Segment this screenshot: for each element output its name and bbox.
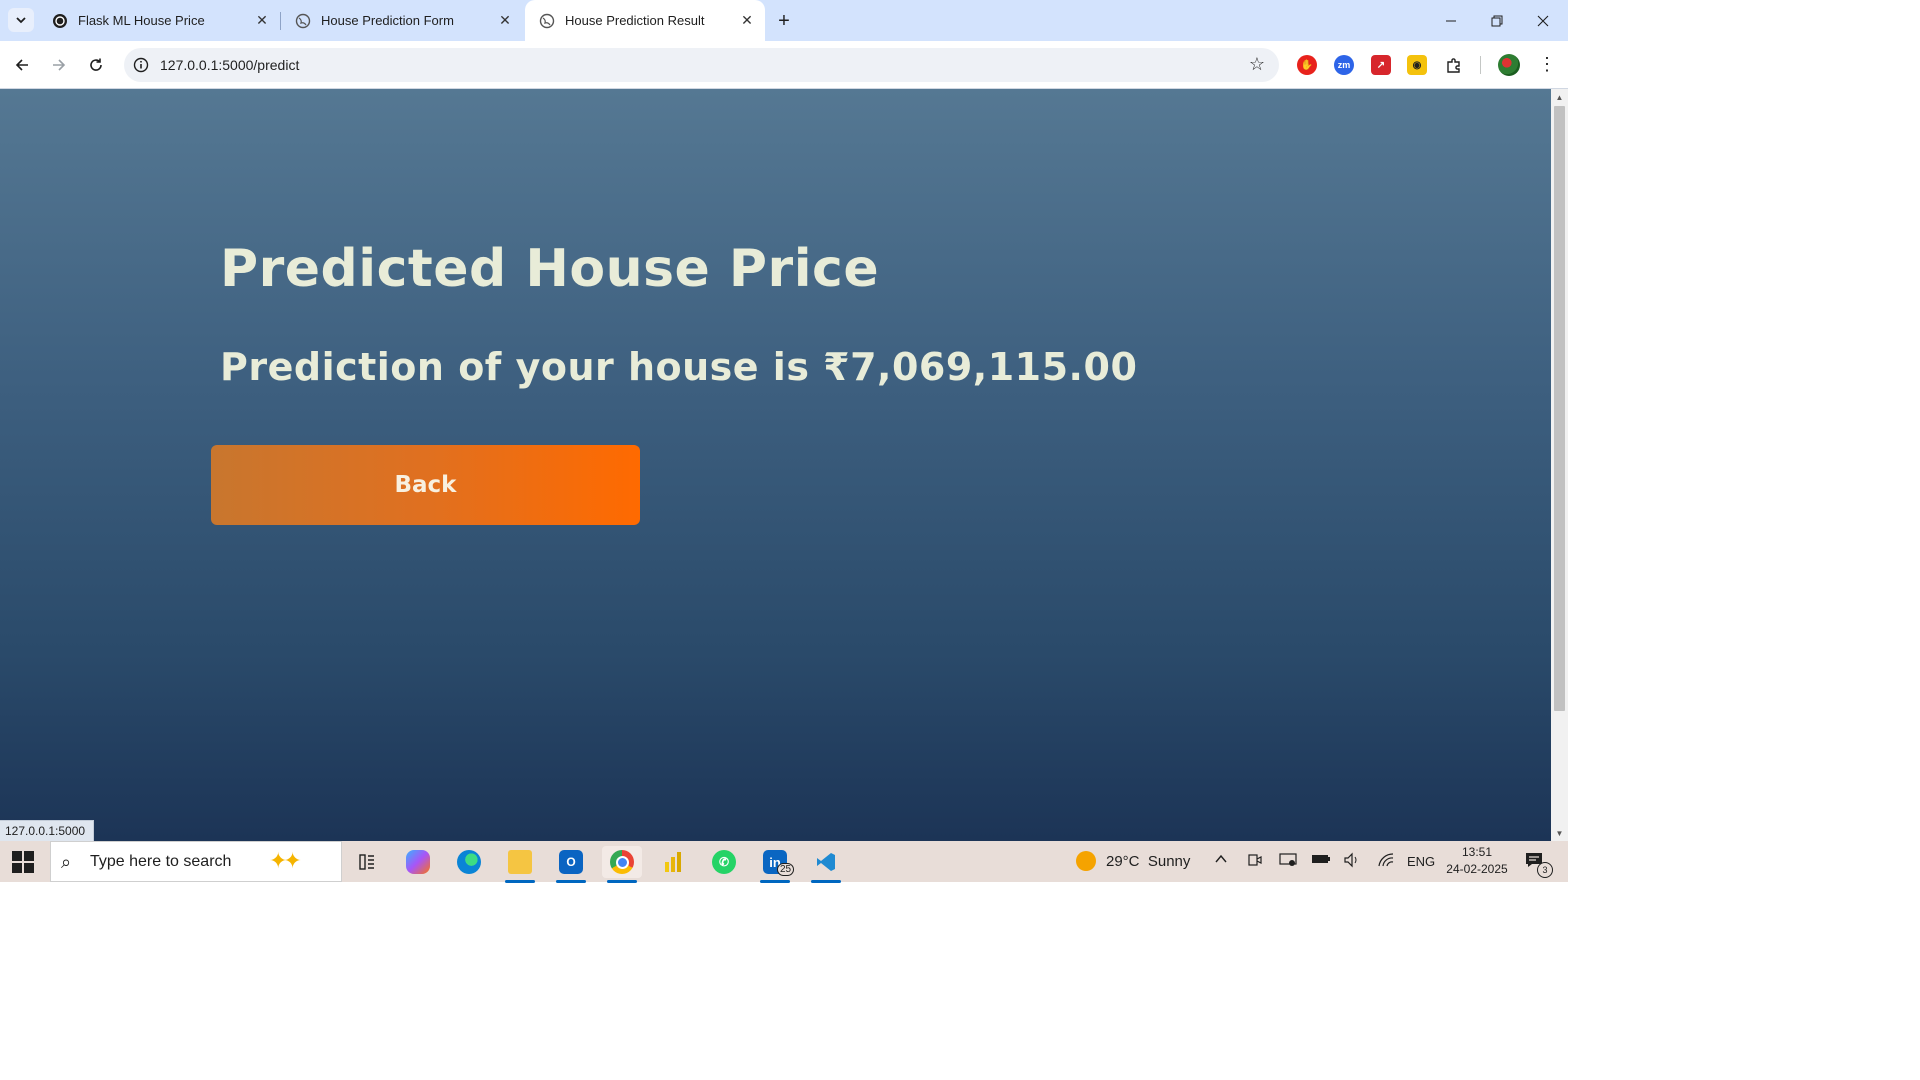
windows-start-icon[interactable] [12, 851, 34, 873]
clock[interactable]: 13:51 24-02-2025 [1444, 844, 1510, 878]
globe-icon [295, 13, 311, 29]
back-nav-button[interactable] [9, 52, 35, 78]
chevron-down-icon [16, 17, 26, 24]
taskbar-search-box[interactable]: ⌕ Type here to search ✦✦ [50, 841, 342, 882]
toolbar-divider [1480, 56, 1481, 74]
browser-toolbar: 127.0.0.1:5000/predict ☆ ✋ zm ↗ ◉ ⋮ [0, 41, 1568, 89]
vscode-icon[interactable] [806, 846, 846, 883]
tab-prediction-result[interactable]: House Prediction Result ✕ [525, 0, 765, 41]
restore-button[interactable] [1474, 0, 1520, 41]
page-viewport: Predicted House Price Prediction of your… [0, 89, 1551, 841]
globe-icon [539, 13, 555, 29]
language-indicator[interactable]: ENG [1407, 854, 1435, 869]
profile-avatar[interactable] [1498, 54, 1520, 76]
chevron-up-icon[interactable] [1214, 852, 1228, 869]
reload-button[interactable] [83, 52, 109, 78]
running-indicator [811, 880, 841, 883]
power-bi-icon[interactable] [653, 846, 693, 878]
wifi-icon[interactable] [1377, 852, 1395, 871]
whatsapp-icon[interactable]: ✆ [704, 846, 744, 878]
linkedin-icon[interactable]: in 25 [755, 846, 795, 883]
scrollbar-thumb[interactable] [1554, 106, 1565, 711]
reload-icon [90, 58, 102, 71]
back-button[interactable]: Back [211, 445, 640, 525]
tab-search-button[interactable] [8, 8, 34, 32]
kebab-menu-icon[interactable]: ⋮ [1538, 54, 1556, 76]
close-icon[interactable]: ✕ [739, 12, 755, 29]
meet-now-icon[interactable] [1247, 852, 1263, 871]
minimize-button[interactable] [1428, 0, 1474, 41]
running-indicator [505, 880, 535, 883]
scroll-down-arrow-icon[interactable]: ▼ [1551, 825, 1568, 841]
site-info-icon[interactable] [133, 57, 149, 73]
notification-count-badge: 3 [1537, 862, 1553, 878]
file-explorer-icon[interactable] [500, 846, 540, 883]
outlook-icon[interactable]: O [551, 846, 591, 883]
linkedin-badge: 25 [777, 863, 795, 876]
tab-title: Flask ML House Price [78, 13, 205, 28]
close-icon[interactable]: ✕ [254, 12, 270, 29]
new-tab-button[interactable]: + [772, 9, 796, 33]
edge-browser-icon[interactable] [449, 846, 489, 878]
chrome-icon[interactable] [602, 846, 642, 883]
close-window-button[interactable] [1520, 0, 1566, 41]
windows-taskbar: ⌕ Type here to search ✦✦ O ✆ in 25 29°C … [0, 841, 1568, 883]
tab-title: House Prediction Result [565, 13, 705, 28]
restore-icon [1491, 15, 1503, 26]
close-icon[interactable]: ✕ [497, 12, 513, 29]
search-icon: ⌕ [61, 852, 72, 872]
weather-sun-icon[interactable] [1076, 851, 1096, 874]
scroll-up-arrow-icon[interactable]: ▲ [1551, 89, 1568, 105]
adblock-extension-icon[interactable]: ✋ [1297, 55, 1317, 75]
running-indicator [607, 880, 637, 883]
task-view-icon[interactable] [347, 846, 387, 878]
copilot-icon[interactable] [398, 846, 438, 878]
pdf-extension-icon[interactable]: ↗ [1371, 55, 1391, 75]
chatgpt-icon [52, 13, 68, 29]
tab-prediction-form[interactable]: House Prediction Form ✕ [281, 0, 523, 41]
tab-flask-ml[interactable]: Flask ML House Price ✕ [38, 0, 280, 41]
extensions-puzzle-icon[interactable] [1444, 55, 1464, 75]
camera-extension-icon[interactable]: ◉ [1407, 55, 1427, 75]
display-icon[interactable] [1279, 852, 1297, 871]
prediction-result-text: Prediction of your house is ₹7,069,115.0… [220, 345, 1138, 389]
volume-icon[interactable] [1343, 852, 1361, 871]
zoom-extension-icon[interactable]: zm [1334, 55, 1354, 75]
weather-text[interactable]: 29°C Sunny [1106, 853, 1190, 870]
running-indicator [760, 880, 790, 883]
taskbar-search-placeholder: Type here to search [90, 853, 232, 870]
address-bar[interactable]: 127.0.0.1:5000/predict ☆ [124, 48, 1279, 82]
battery-icon[interactable] [1311, 852, 1331, 869]
address-url[interactable]: 127.0.0.1:5000/predict [160, 57, 299, 73]
bookmark-star-icon[interactable]: ☆ [1249, 54, 1265, 75]
forward-nav-button[interactable] [46, 52, 72, 78]
clock-time: 13:51 [1461, 845, 1493, 859]
copilot-sparkle-icon: ✦✦ [269, 848, 302, 873]
clock-date: 24-02-2025 [1446, 862, 1508, 876]
arrow-left-icon [15, 59, 28, 71]
minimize-icon [1446, 20, 1456, 21]
page-title: Predicted House Price [220, 239, 880, 299]
running-indicator [556, 880, 586, 883]
vertical-scrollbar[interactable]: ▲ ▼ [1551, 89, 1568, 841]
tab-title: House Prediction Form [321, 13, 454, 28]
arrow-right-icon [53, 59, 66, 71]
status-bar-url: 127.0.0.1:5000 [0, 820, 95, 841]
tab-strip: Flask ML House Price ✕ House Prediction … [0, 0, 1568, 41]
close-icon [1537, 15, 1549, 26]
